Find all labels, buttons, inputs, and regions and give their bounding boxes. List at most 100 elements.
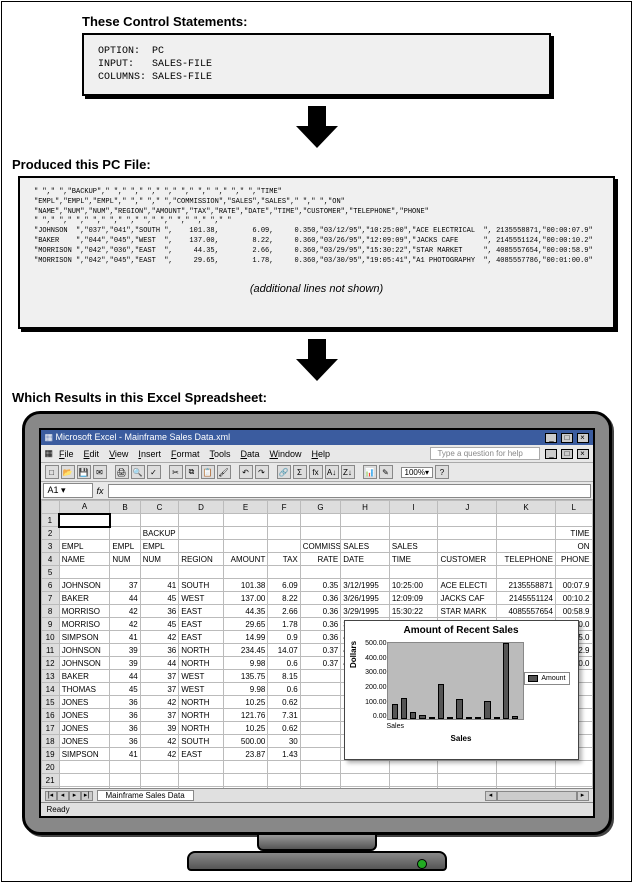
row-header[interactable]: 1 (41, 514, 59, 527)
cell[interactable] (341, 774, 390, 787)
doc-restore-button[interactable]: □ (561, 449, 573, 459)
cell[interactable] (300, 735, 341, 748)
cell[interactable]: SIMPSON (59, 748, 110, 761)
col-header-B[interactable]: B (110, 501, 140, 514)
format-painter-icon[interactable]: 🖌 (217, 465, 231, 479)
cell[interactable]: SOUTH (179, 579, 224, 592)
cell[interactable]: 37 (140, 670, 178, 683)
cell[interactable] (300, 670, 341, 683)
row-header[interactable]: 12 (41, 657, 59, 670)
cell[interactable] (341, 761, 390, 774)
row-header[interactable]: 15 (41, 696, 59, 709)
cell[interactable]: 10.25 (223, 722, 268, 735)
menu-view[interactable]: View (109, 449, 128, 459)
tab-nav-first-icon[interactable]: |◂ (45, 791, 57, 801)
cell[interactable] (497, 514, 556, 527)
cell[interactable]: 12:09:09 (389, 592, 438, 605)
cell[interactable] (268, 787, 300, 789)
close-button[interactable]: × (577, 433, 589, 443)
cell[interactable] (268, 540, 300, 553)
cell[interactable]: 3/29/1995 (341, 605, 390, 618)
cell[interactable]: TIME (389, 553, 438, 566)
cell[interactable]: TIME (555, 527, 592, 540)
sheet-tab[interactable]: Mainframe Sales Data (97, 790, 194, 801)
cell[interactable] (59, 761, 110, 774)
cell[interactable] (223, 514, 268, 527)
cell[interactable]: JONES (59, 722, 110, 735)
col-header-L[interactable]: L (555, 501, 592, 514)
cell[interactable]: 7.31 (268, 709, 300, 722)
cell[interactable] (555, 566, 592, 579)
cell[interactable]: WEST (179, 670, 224, 683)
cut-icon[interactable]: ✂ (169, 465, 183, 479)
cell[interactable] (110, 787, 140, 789)
cell[interactable] (438, 514, 497, 527)
cell[interactable] (300, 787, 341, 789)
row-header[interactable]: 2 (41, 527, 59, 540)
cell[interactable]: 29.65 (223, 618, 268, 631)
cell[interactable] (179, 514, 224, 527)
cell[interactable] (268, 761, 300, 774)
cell[interactable] (497, 540, 556, 553)
cell[interactable] (179, 761, 224, 774)
cell[interactable]: 44 (110, 592, 140, 605)
cell[interactable]: CUSTOMER (438, 553, 497, 566)
cell[interactable]: 121.76 (223, 709, 268, 722)
cell[interactable]: 36 (110, 696, 140, 709)
cell[interactable]: 10.25 (223, 696, 268, 709)
cell[interactable] (438, 527, 497, 540)
cell[interactable]: NAME (59, 553, 110, 566)
col-header-E[interactable]: E (223, 501, 268, 514)
cell[interactable]: ON (555, 540, 592, 553)
row-header[interactable]: 5 (41, 566, 59, 579)
col-header-D[interactable]: D (179, 501, 224, 514)
cell[interactable]: 0.6 (268, 657, 300, 670)
cell[interactable]: 37 (140, 683, 178, 696)
cell[interactable]: 36 (140, 644, 178, 657)
cell[interactable]: 44.35 (223, 605, 268, 618)
cell[interactable]: 37 (140, 709, 178, 722)
row-header[interactable]: 18 (41, 735, 59, 748)
cell[interactable]: 2.66 (268, 605, 300, 618)
cell[interactable] (179, 787, 224, 789)
cell[interactable]: BAKER (59, 592, 110, 605)
row-header[interactable]: 11 (41, 644, 59, 657)
cell[interactable]: EMPL (140, 540, 178, 553)
cell[interactable] (555, 787, 592, 789)
cell[interactable]: 39 (110, 644, 140, 657)
col-header-K[interactable]: K (497, 501, 556, 514)
minimize-button[interactable]: _ (545, 433, 557, 443)
cell[interactable]: SIMPSON (59, 631, 110, 644)
cell[interactable]: 0.36 (300, 631, 341, 644)
hscrollbar[interactable] (497, 791, 577, 801)
row-header[interactable]: 8 (41, 605, 59, 618)
cell[interactable] (268, 527, 300, 540)
cell[interactable]: NORTH (179, 722, 224, 735)
cell[interactable] (223, 566, 268, 579)
cell[interactable] (341, 527, 390, 540)
tab-nav-next-icon[interactable]: ▸ (69, 791, 81, 801)
menu-insert[interactable]: Insert (138, 449, 161, 459)
row-header[interactable]: 7 (41, 592, 59, 605)
cell[interactable]: BAKER (59, 670, 110, 683)
cell[interactable] (497, 761, 556, 774)
cell[interactable]: JONES (59, 735, 110, 748)
cell[interactable]: 39 (110, 657, 140, 670)
copy-icon[interactable]: ⧉ (185, 465, 199, 479)
cell[interactable] (223, 540, 268, 553)
cell[interactable]: 39 (140, 722, 178, 735)
row-header[interactable]: 19 (41, 748, 59, 761)
cell[interactable]: 500.00 (223, 735, 268, 748)
cell[interactable] (497, 774, 556, 787)
cell[interactable]: NUM (110, 553, 140, 566)
cell[interactable]: 1.43 (268, 748, 300, 761)
cell[interactable]: 44 (110, 670, 140, 683)
cell[interactable]: JOHNSON (59, 657, 110, 670)
row-header[interactable]: 6 (41, 579, 59, 592)
tab-nav-last-icon[interactable]: ▸| (81, 791, 93, 801)
cell[interactable] (555, 514, 592, 527)
help-icon[interactable]: ? (435, 465, 449, 479)
cell[interactable]: COMMISS (300, 540, 341, 553)
cell[interactable]: EAST (179, 618, 224, 631)
cell[interactable]: 44 (140, 657, 178, 670)
